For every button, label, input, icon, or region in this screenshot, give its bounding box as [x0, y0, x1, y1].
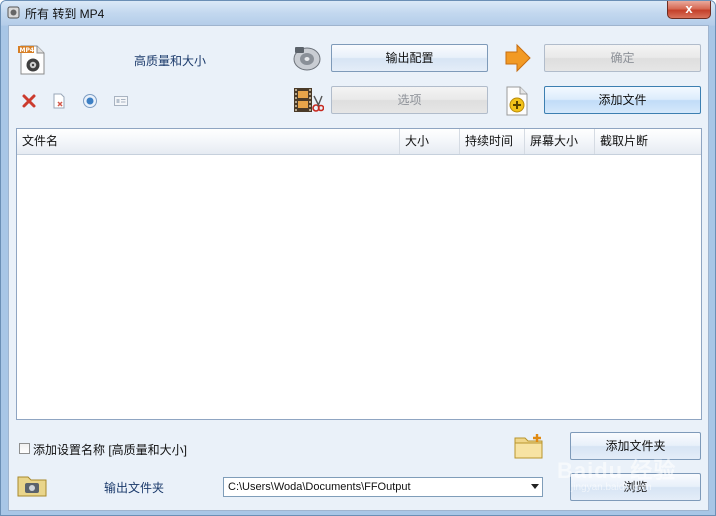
- add-file-button[interactable]: 添加文件: [544, 86, 701, 114]
- output-config-icon: [293, 47, 321, 71]
- chevron-down-icon[interactable]: [531, 484, 539, 489]
- media-info-icon[interactable]: [113, 93, 129, 109]
- mp4-badge-text: MP4: [20, 47, 35, 54]
- file-list-header: 文件名 大小 持续时间 屏幕大小 截取片断: [17, 129, 701, 155]
- append-setting-label: 添加设置名称 [高质量和大小]: [33, 443, 188, 457]
- append-setting-checkbox[interactable]: [19, 443, 30, 454]
- column-header-screen-size[interactable]: 屏幕大小: [525, 129, 595, 154]
- clip-options-icon: [294, 88, 324, 112]
- output-folder-label: 输出文件夹: [104, 481, 165, 495]
- column-header-size[interactable]: 大小: [400, 129, 460, 154]
- add-folder-button[interactable]: 添加文件夹: [570, 432, 701, 460]
- column-header-duration[interactable]: 持续时间: [460, 129, 525, 154]
- file-list-table[interactable]: 文件名 大小 持续时间 屏幕大小 截取片断: [16, 128, 702, 420]
- profile-label: 高质量和大小: [134, 54, 207, 68]
- output-folder-icon: [17, 476, 47, 497]
- add-file-icon: [506, 86, 528, 116]
- app-icon: [7, 6, 20, 19]
- output-folder-select[interactable]: C:\Users\Woda\Documents\FFOutput: [223, 477, 543, 497]
- browse-button[interactable]: 浏览: [570, 473, 701, 501]
- arrow-right-icon: [505, 43, 531, 73]
- window-title: 所有 转到 MP4: [25, 7, 105, 21]
- options-button[interactable]: 选项: [331, 86, 488, 114]
- output-config-button[interactable]: 输出配置: [331, 44, 488, 72]
- ok-button[interactable]: 确定: [544, 44, 701, 72]
- clear-list-icon[interactable]: [51, 93, 67, 109]
- column-header-filename[interactable]: 文件名: [17, 129, 400, 154]
- output-folder-path: C:\Users\Woda\Documents\FFOutput: [228, 481, 411, 493]
- delete-icon[interactable]: [21, 93, 37, 109]
- add-folder-icon: [514, 434, 543, 459]
- close-button[interactable]: x: [667, 1, 711, 19]
- app-window: 所有 转到 MP4 x MP4 高质量和大小 输出配置 确定 选项 添加文件 文…: [0, 0, 716, 516]
- title-bar[interactable]: 所有 转到 MP4 x: [1, 1, 715, 25]
- play-icon[interactable]: [82, 93, 98, 109]
- mp4-format-icon: MP4: [18, 45, 45, 75]
- column-header-clip[interactable]: 截取片断: [595, 129, 701, 154]
